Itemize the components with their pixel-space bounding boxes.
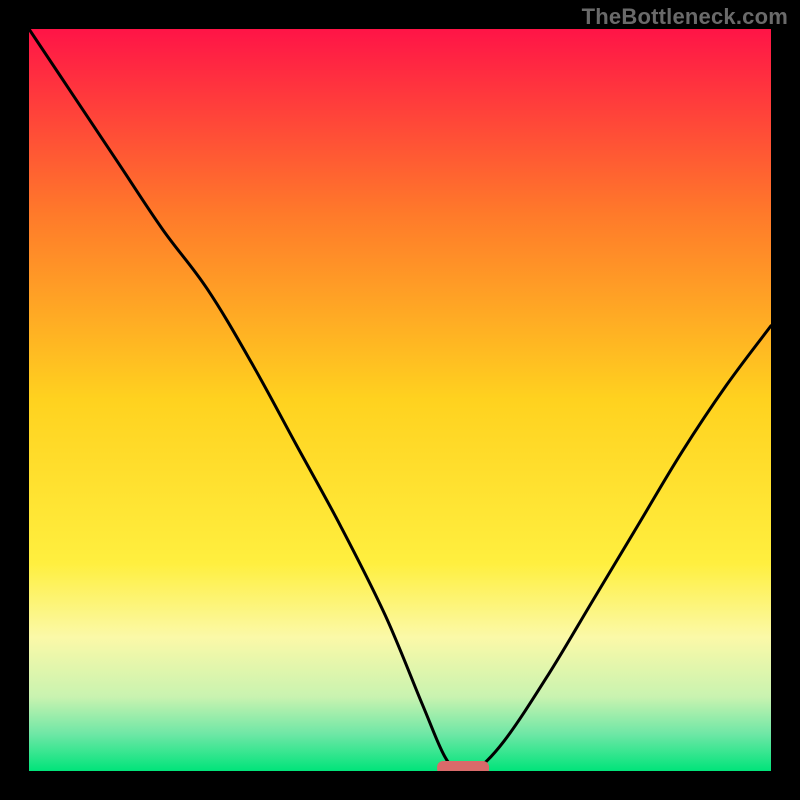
- bottleneck-curve: [29, 29, 771, 771]
- attribution-text: TheBottleneck.com: [582, 4, 788, 30]
- plot-area: [29, 29, 771, 771]
- chart-overlay: [29, 29, 771, 771]
- chart-frame: TheBottleneck.com: [0, 0, 800, 800]
- optimal-marker: [437, 761, 489, 771]
